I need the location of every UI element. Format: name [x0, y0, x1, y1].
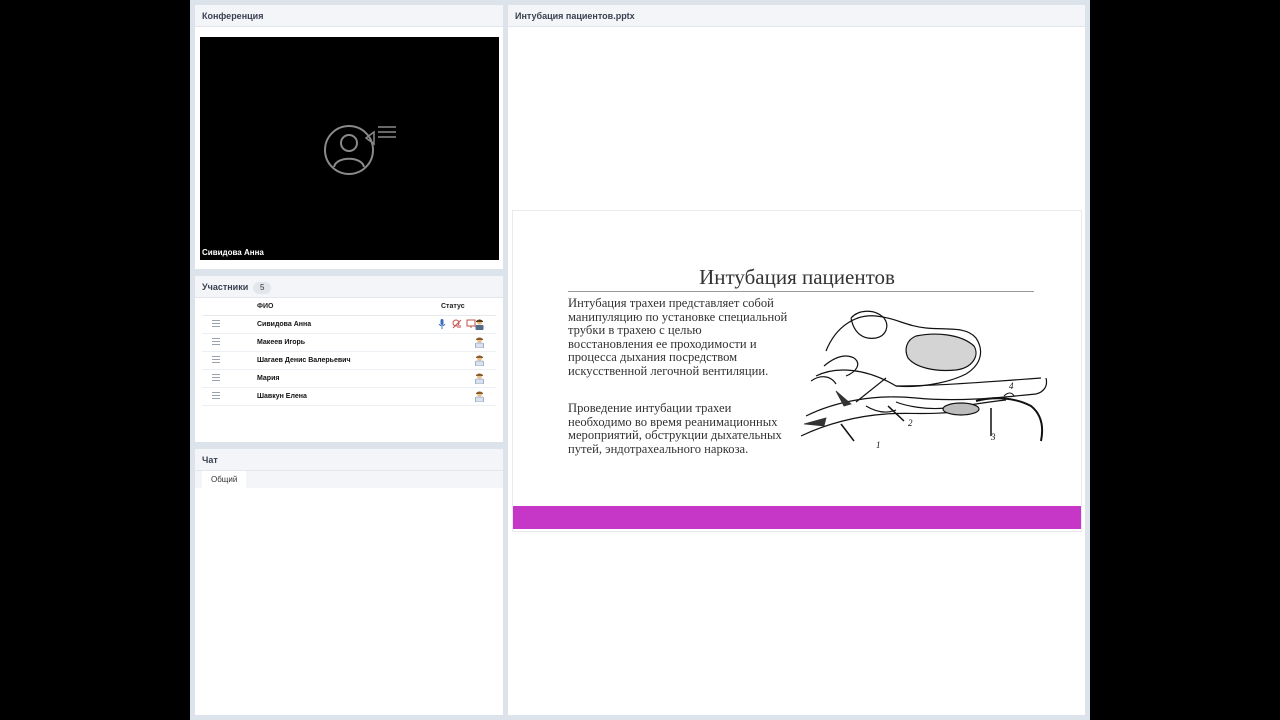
- column-header-status[interactable]: Статус: [441, 303, 465, 310]
- chat-tabs: Общий: [195, 471, 503, 488]
- presentation-slide: Интубация пациентов Интубация трахеи пре…: [512, 210, 1082, 532]
- menu-icon[interactable]: [212, 320, 220, 329]
- user-icon: [475, 355, 484, 366]
- participants-title: Участники: [202, 282, 249, 292]
- menu-icon[interactable]: [212, 392, 220, 401]
- presentation-panel: Интубация пациентов.pptx Интубация пацие…: [508, 5, 1085, 715]
- menu-icon[interactable]: [212, 356, 220, 365]
- conference-panel: Конференция Сивидова Анна: [195, 5, 503, 269]
- column-header-name[interactable]: ФИО: [257, 303, 273, 310]
- slide-title: Интубация пациентов: [699, 265, 895, 289]
- participant-name: Макеев Игорь: [257, 339, 306, 346]
- user-icon: [475, 373, 484, 384]
- figure-label-1: 1: [876, 440, 881, 450]
- slide-divider: [568, 291, 1034, 292]
- user-icon: [475, 319, 484, 330]
- video-participant-name: Сивидова Анна: [202, 248, 264, 257]
- app-window: Конференция Сивидова Анна Участники 5 ФИО…: [190, 0, 1090, 720]
- table-row[interactable]: Макеев Игорь: [202, 334, 496, 352]
- user-icon: [475, 391, 484, 402]
- conference-title: Конференция: [195, 5, 503, 27]
- microphone-icon[interactable]: [438, 319, 446, 329]
- slide-paragraph-1: Интубация трахеи представляет собой мани…: [568, 296, 788, 378]
- participants-panel: Участники 5 ФИО Статус Сивидова Анна Маке…: [195, 276, 503, 442]
- participant-name: Мария: [257, 375, 280, 382]
- video-tile[interactable]: Сивидова Анна: [200, 37, 499, 260]
- table-row[interactable]: Мария: [202, 370, 496, 388]
- participant-name: Сивидова Анна: [257, 321, 312, 328]
- tab-general[interactable]: Общий: [202, 471, 247, 488]
- chat-panel: Чат Общий: [195, 449, 503, 715]
- presentation-title: Интубация пациентов.pptx: [508, 5, 1085, 27]
- user-chat-icon: [324, 125, 396, 175]
- slide-accent-bar: [513, 506, 1081, 529]
- intubation-illustration: 1 2 3 4: [800, 310, 1048, 450]
- slide-paragraph-2: Проведение интубации трахеи необходимо в…: [568, 401, 782, 456]
- participant-name: Шавкун Елена: [257, 393, 307, 400]
- menu-icon[interactable]: [212, 374, 220, 383]
- table-row[interactable]: Шавкун Елена: [202, 388, 496, 406]
- participants-header: Участники 5: [195, 276, 503, 298]
- figure-label-3: 3: [990, 432, 996, 442]
- figure-label-4: 4: [1009, 381, 1014, 391]
- table-row[interactable]: Шагаев Денис Валерьевич: [202, 352, 496, 370]
- user-icon: [475, 337, 484, 348]
- figure-label-2: 2: [908, 418, 913, 428]
- participants-count-badge: 5: [253, 282, 272, 294]
- camera-off-icon[interactable]: [452, 319, 462, 329]
- menu-icon[interactable]: [212, 338, 220, 347]
- chat-title: Чат: [195, 449, 503, 471]
- table-row[interactable]: Сивидова Анна: [202, 316, 496, 334]
- participant-name: Шагаев Денис Валерьевич: [257, 357, 351, 364]
- participants-table-header: ФИО Статус: [202, 298, 496, 316]
